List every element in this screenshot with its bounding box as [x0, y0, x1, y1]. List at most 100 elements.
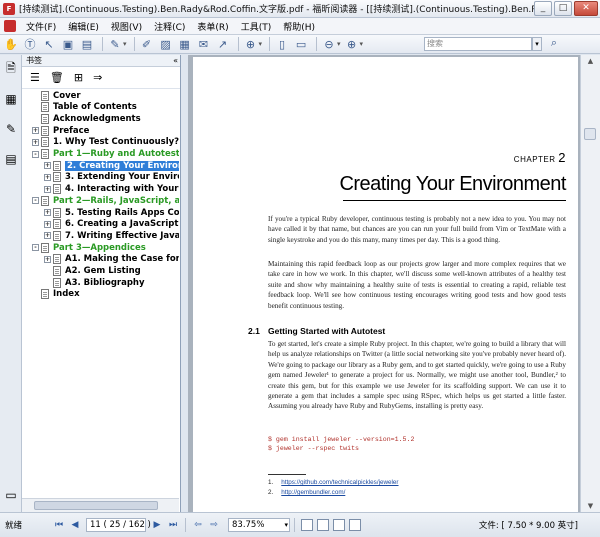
- bookmark-item[interactable]: Cover: [32, 90, 81, 101]
- new-bookmark-icon[interactable]: ⊞: [74, 71, 83, 84]
- menu-view[interactable]: 视图(V): [105, 20, 148, 33]
- collapse-panel-button[interactable]: «: [173, 56, 178, 65]
- expand-icon[interactable]: +: [44, 255, 51, 263]
- menu-comment[interactable]: 注释(C): [148, 20, 191, 33]
- prev-page-icon[interactable]: ◀: [68, 518, 82, 532]
- back-icon[interactable]: ⇦: [191, 518, 205, 532]
- document-viewer[interactable]: CHAPTER 2 Creating Your Environment If y…: [188, 55, 580, 512]
- section-number: 2.1: [248, 326, 260, 336]
- menu-tools[interactable]: 工具(T): [235, 20, 278, 33]
- maximize-button[interactable]: □: [554, 1, 572, 16]
- bookmark-item[interactable]: + A1. Making the Case for Functional Test…: [44, 254, 179, 265]
- bookmark-item[interactable]: +2. Creating Your Environment: [44, 160, 179, 171]
- delete-icon[interactable]: 🗑: [50, 71, 64, 84]
- chevron-down-icon[interactable]: ▾: [360, 40, 364, 48]
- expand-icon[interactable]: +: [32, 127, 39, 135]
- fit-page-icon[interactable]: ▯: [274, 36, 290, 52]
- fit-width-icon[interactable]: ▭: [293, 36, 309, 52]
- highlight-icon[interactable]: ✐: [139, 36, 155, 52]
- next-page-icon[interactable]: ▶: [150, 518, 164, 532]
- bookmark-item[interactable]: - Part 2—Rails, JavaScript, and W: [32, 195, 179, 206]
- scroll-thumb[interactable]: [584, 128, 596, 140]
- bookmark-label: 2. Creating Your Environment: [65, 160, 179, 171]
- scroll-down-icon[interactable]: ▼: [581, 500, 600, 512]
- textbox-icon[interactable]: ▦: [177, 36, 193, 52]
- minimize-button[interactable]: _: [534, 1, 552, 16]
- continuous-facing-view-icon[interactable]: [349, 519, 361, 531]
- menu-form[interactable]: 表单(R): [191, 20, 234, 33]
- expand-icon[interactable]: +: [44, 162, 51, 170]
- chevron-down-icon[interactable]: ▾: [123, 40, 127, 48]
- expand-icon[interactable]: +: [44, 173, 51, 181]
- bookmark-item[interactable]: +5. Testing Rails Apps Continuously: [44, 207, 179, 218]
- bookmark-page-icon: [41, 289, 49, 300]
- bookmark-item[interactable]: Acknowledgments: [32, 113, 141, 124]
- menu-edit[interactable]: 编辑(E): [62, 20, 105, 33]
- comments-tab-icon[interactable]: ✎: [3, 121, 19, 137]
- footnote-link[interactable]: http://gembundler.com/: [281, 489, 345, 496]
- zoom-out-icon[interactable]: ⊖: [321, 36, 337, 52]
- bookmark-item[interactable]: Table of Contents: [32, 102, 137, 113]
- page-number-input[interactable]: 11 ( 25 / 162 ): [86, 518, 151, 532]
- pointer-icon[interactable]: ↖: [41, 36, 57, 52]
- attachments-tab-icon[interactable]: ▭: [3, 487, 19, 503]
- document-icon[interactable]: [4, 20, 16, 32]
- bookmark-item[interactable]: +4. Interacting with Your Code: [44, 184, 179, 195]
- zoom-icon[interactable]: ⊕: [243, 36, 259, 52]
- layers-tab-icon[interactable]: ▤: [3, 151, 19, 167]
- chevron-down-icon[interactable]: ▾: [259, 40, 263, 48]
- bookmarks-tab-icon[interactable]: 🗎: [3, 61, 19, 77]
- search-dropdown-icon[interactable]: ▾: [532, 37, 542, 51]
- search-input[interactable]: 搜索: [424, 37, 532, 51]
- single-page-view-icon[interactable]: [301, 519, 313, 531]
- horizontal-scrollbar[interactable]: [22, 498, 179, 512]
- hand-tool-icon[interactable]: ✋: [3, 36, 19, 52]
- bookmark-item[interactable]: + Preface: [32, 125, 89, 136]
- bookmark-item[interactable]: - Part 1—Ruby and Autotest: [32, 149, 179, 160]
- screenshot-icon[interactable]: ▤: [79, 36, 95, 52]
- expand-bookmark-icon[interactable]: ☰: [30, 71, 40, 84]
- snapshot-icon[interactable]: ▣: [60, 36, 76, 52]
- collapse-icon[interactable]: -: [32, 150, 39, 158]
- goto-bookmark-icon[interactable]: ⇒: [93, 71, 102, 84]
- bookmark-item[interactable]: A2. Gem Listing: [44, 266, 141, 277]
- collapse-icon[interactable]: -: [32, 244, 39, 252]
- collapse-icon[interactable]: -: [32, 197, 39, 205]
- bookmark-item[interactable]: +3. Extending Your Environment: [44, 172, 179, 183]
- thumbnails-tab-icon[interactable]: ▦: [3, 91, 19, 107]
- expand-icon[interactable]: +: [44, 185, 51, 193]
- expand-icon[interactable]: +: [44, 220, 51, 228]
- chevron-down-icon[interactable]: ▾: [337, 40, 341, 48]
- last-page-icon[interactable]: ⏭: [166, 518, 180, 532]
- bookmark-item[interactable]: +6. Creating a JavaScript CT Environment: [44, 219, 179, 230]
- forward-icon[interactable]: ⇨: [207, 518, 221, 532]
- bookmark-item[interactable]: +1. Why Test Continuously?: [32, 137, 179, 148]
- footnote-link[interactable]: https://github.com/technicalpickles/jewe…: [281, 479, 398, 486]
- continuous-view-icon[interactable]: [317, 519, 329, 531]
- scroll-up-icon[interactable]: ▲: [581, 55, 600, 67]
- first-page-icon[interactable]: ⏮: [52, 518, 66, 532]
- expand-icon[interactable]: +: [44, 232, 51, 240]
- menu-file[interactable]: 文件(F): [20, 20, 62, 33]
- expand-icon[interactable]: +: [44, 209, 51, 216]
- bookmark-item[interactable]: A3. Bibliography: [44, 277, 145, 288]
- document-size: 文件: [ 7.50 * 9.00 英寸]: [478, 521, 578, 531]
- arrow-icon[interactable]: ↗: [215, 36, 231, 52]
- menu-help[interactable]: 帮助(H): [277, 20, 321, 33]
- expand-icon[interactable]: +: [32, 138, 39, 146]
- note-icon[interactable]: ▨: [158, 36, 174, 52]
- facing-view-icon[interactable]: [333, 519, 345, 531]
- vertical-scrollbar[interactable]: ▲ ▼: [580, 55, 600, 512]
- callout-icon[interactable]: ✉: [196, 36, 212, 52]
- bookmark-item[interactable]: - Part 3—Appendices: [32, 242, 146, 253]
- bookmark-item[interactable]: +7. Writing Effective JavaScript Tests: [44, 230, 179, 241]
- close-button[interactable]: ✕: [574, 1, 598, 16]
- bookmarks-panel: 书签 « ☰ 🗑 ⊞ ⇒ Cover Table of Contents Ackno…: [22, 55, 181, 512]
- pdf-reader-icon[interactable]: F: [3, 2, 15, 15]
- search-icon[interactable]: ⌕: [546, 36, 562, 52]
- zoom-in-icon[interactable]: ⊕: [344, 36, 360, 52]
- zoom-select[interactable]: 83.75% ▾: [228, 518, 290, 532]
- typewriter-icon[interactable]: ✎: [107, 36, 123, 52]
- bookmark-item[interactable]: Index: [32, 289, 80, 300]
- select-text-icon[interactable]: Ⓣ: [22, 36, 38, 52]
